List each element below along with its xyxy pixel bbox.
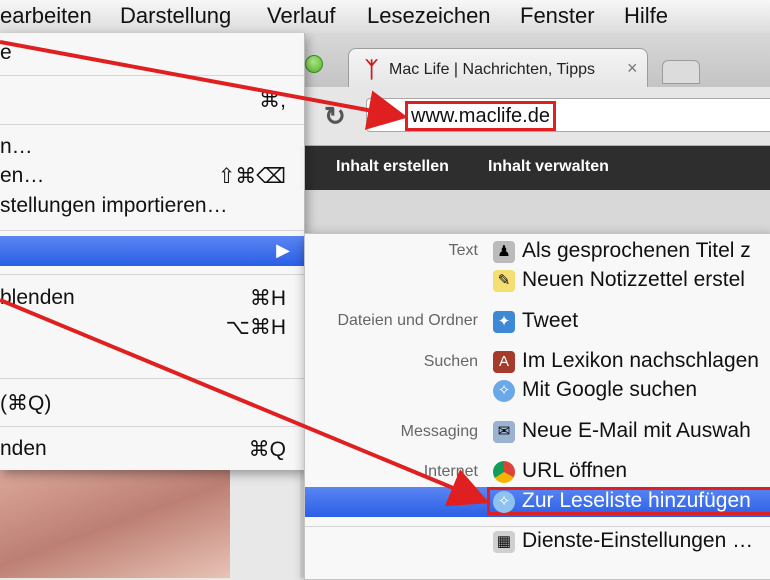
menu-darstellung[interactable]: Darstellung — [120, 3, 231, 29]
menu-item-warn-quit[interactable]: (⌘Q) — [0, 389, 304, 419]
separator — [0, 124, 304, 125]
dictionary-icon: A — [493, 351, 515, 373]
category-files-folders: Dateien und Ordner — [337, 312, 478, 329]
globe-icon — [375, 105, 393, 123]
category-search: Suchen — [423, 353, 478, 370]
app-menu: e ⌘, n… en… ⇧⌘⌫ stellungen importieren… ▶… — [0, 33, 305, 470]
safari-icon: ✧ — [493, 491, 515, 513]
tab-title: Mac Life | Nachrichten, Tipps — [389, 61, 596, 78]
menu-bar: earbeiten Darstellung Verlauf Lesezeiche… — [0, 0, 770, 34]
menu-item-hide-others[interactable]: ⌥⌘H — [0, 313, 304, 343]
site-nav: Inhalt erstellen Inhalt verwalten — [300, 146, 770, 190]
separator — [0, 378, 304, 379]
separator — [0, 230, 304, 231]
separator — [0, 274, 304, 275]
menu-item-preferences[interactable]: ⌘, — [0, 86, 304, 116]
services-submenu: Text Dateien und Ordner Suchen Messaging… — [304, 233, 770, 580]
category-text: Text — [448, 242, 478, 259]
menu-item-clear-data[interactable]: en… ⇧⌘⌫ — [0, 162, 304, 192]
menu-item-quit[interactable]: nden ⌘Q — [0, 435, 304, 465]
nav-inhalt-verwalten[interactable]: Inhalt verwalten — [488, 158, 609, 176]
menu-bearbeiten[interactable]: earbeiten — [0, 3, 92, 29]
nav-inhalt-erstellen[interactable]: Inhalt erstellen — [336, 158, 449, 176]
close-tab-icon[interactable]: × — [627, 58, 638, 79]
category-messaging: Messaging — [400, 423, 478, 440]
mail-icon: ✉ — [493, 421, 515, 443]
menu-lesezeichen[interactable]: Lesezeichen — [367, 3, 491, 29]
tab-strip: ᛉ Mac Life | Nachrichten, Tipps × — [300, 33, 770, 89]
desktop-background — [0, 470, 230, 578]
separator — [0, 75, 304, 76]
speech-icon: ♟ — [493, 241, 515, 263]
zoom-button[interactable] — [305, 55, 323, 73]
submenu-arrow-icon: ▶ — [276, 240, 290, 260]
address-bar[interactable]: www.maclife.de — [366, 98, 770, 132]
menu-item-services[interactable]: ▶ — [0, 236, 304, 266]
menu-item-3[interactable]: n… — [0, 133, 304, 163]
menu-hilfe[interactable]: Hilfe — [624, 3, 668, 29]
menu-item-import-settings[interactable]: stellungen importieren… — [0, 192, 304, 222]
browser-toolbar: ↻ www.maclife.de — [300, 87, 770, 146]
maclife-favicon-icon: ᛉ — [365, 57, 379, 82]
separator — [0, 426, 304, 427]
url-text[interactable]: www.maclife.de — [405, 101, 556, 131]
chrome-icon — [493, 461, 515, 483]
browser-tab[interactable]: ᛉ Mac Life | Nachrichten, Tipps × — [348, 48, 648, 89]
menu-fenster[interactable]: Fenster — [520, 3, 595, 29]
separator — [305, 526, 770, 527]
settings-icon: ▦ — [493, 531, 515, 553]
new-tab-button[interactable] — [662, 60, 700, 84]
reload-icon[interactable]: ↻ — [324, 101, 346, 132]
twitter-icon: ✦ — [493, 311, 515, 333]
menu-verlauf[interactable]: Verlauf — [267, 3, 336, 29]
menu-item-about[interactable]: e — [0, 39, 304, 69]
safari-icon: ✧ — [493, 380, 515, 402]
menu-item-hide[interactable]: blenden ⌘H — [0, 284, 304, 314]
category-internet: Internet — [423, 463, 478, 480]
stickies-icon: ✎ — [493, 270, 515, 292]
